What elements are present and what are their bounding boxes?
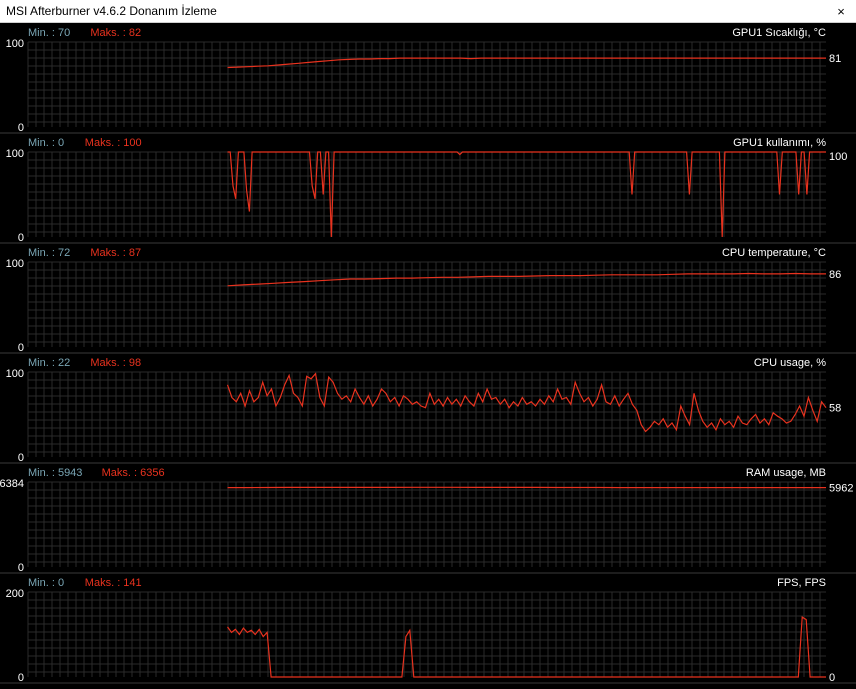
- monitoring-graphs[interactable]: Min. : 70 Maks. : 82 GPU1 Sıcaklığı, °C 100…: [0, 24, 856, 689]
- grid: [27, 41, 826, 127]
- y-max-tick: 100: [6, 258, 24, 270]
- current-value: 81: [829, 53, 841, 65]
- graph-panel[interactable]: Min. : 0 Maks. : 141 FPS, FPS 200 0 0: [0, 577, 856, 684]
- graphs-canvas[interactable]: Min. : 70 Maks. : 82 GPU1 Sıcaklığı, °C 100…: [0, 24, 856, 689]
- afterburner-monitor-window: MSI Afterburner v4.6.2 Donanım İzleme × …: [0, 0, 856, 689]
- y-min-tick: 0: [18, 342, 24, 354]
- y-max-tick: 200: [6, 588, 24, 600]
- graph-panel[interactable]: Min. : 0 Maks. : 100 GPU1 kullanımı, %1000…: [0, 137, 856, 244]
- series-line: [227, 616, 826, 678]
- current-value: 86: [829, 269, 841, 281]
- grid: [27, 481, 826, 567]
- grid: [27, 261, 826, 347]
- graph-title: RAM usage, MB: [746, 467, 826, 479]
- min-label: Min. : 70: [28, 27, 70, 39]
- close-icon[interactable]: ×: [826, 0, 856, 23]
- window-title: MSI Afterburner v4.6.2 Donanım İzleme: [6, 4, 217, 18]
- y-max-tick: 100: [6, 148, 24, 160]
- graph-title: CPU usage, %: [754, 357, 826, 369]
- min-label: Min. : 22: [28, 357, 70, 369]
- max-label: Maks. : 100: [85, 137, 142, 149]
- series-line: [226, 372, 827, 433]
- y-min-tick: 0: [18, 562, 24, 574]
- current-value: 0: [829, 672, 835, 684]
- grid: [27, 591, 826, 677]
- graph-title: FPS, FPS: [777, 577, 826, 589]
- y-min-tick: 0: [18, 122, 24, 134]
- max-label: Maks. : 98: [90, 357, 141, 369]
- graph-title: CPU temperature, °C: [722, 247, 826, 259]
- min-label: Min. : 0: [28, 137, 64, 149]
- graph-panel[interactable]: Min. : 70 Maks. : 82 GPU1 Sıcaklığı, °C 100…: [0, 27, 856, 134]
- y-min-tick: 0: [18, 672, 24, 684]
- y-min-tick: 0: [18, 452, 24, 464]
- current-value: 58: [829, 403, 841, 415]
- max-label: Maks. : 141: [85, 577, 142, 589]
- min-label: Min. : 0: [28, 577, 64, 589]
- min-label: Min. : 5943: [28, 467, 82, 479]
- grid: [27, 151, 826, 237]
- graph-panel[interactable]: Min. : 22 Maks. : 98 CPU usage, % 100 0 58: [0, 357, 856, 464]
- graph-title: GPU1 kullanımı, %: [733, 137, 826, 149]
- series-line: [227, 272, 826, 287]
- title-bar[interactable]: MSI Afterburner v4.6.2 Donanım İzleme ×: [0, 0, 856, 23]
- y-min-tick: 0: [18, 232, 24, 244]
- graph-panel[interactable]: Min. : 5943 Maks. : 6356 RAM usage, MB 6384…: [0, 467, 856, 574]
- current-value: 100: [829, 151, 847, 163]
- graph-panel[interactable]: Min. : 72 Maks. : 87 CPU temperature, °C 10…: [0, 247, 856, 354]
- y-max-tick: 100: [6, 38, 24, 50]
- current-value: 5962: [829, 483, 853, 495]
- max-label: Maks. : 82: [90, 27, 141, 39]
- graph-title: GPU1 Sıcaklığı, °C: [732, 27, 826, 39]
- max-label: Maks. : 87: [90, 247, 141, 259]
- max-label: Maks. : 6356: [102, 467, 165, 479]
- y-max-tick: 100: [6, 368, 24, 380]
- min-label: Min. : 72: [28, 247, 70, 259]
- grid: [27, 371, 826, 457]
- y-max-tick: 6384: [0, 478, 24, 490]
